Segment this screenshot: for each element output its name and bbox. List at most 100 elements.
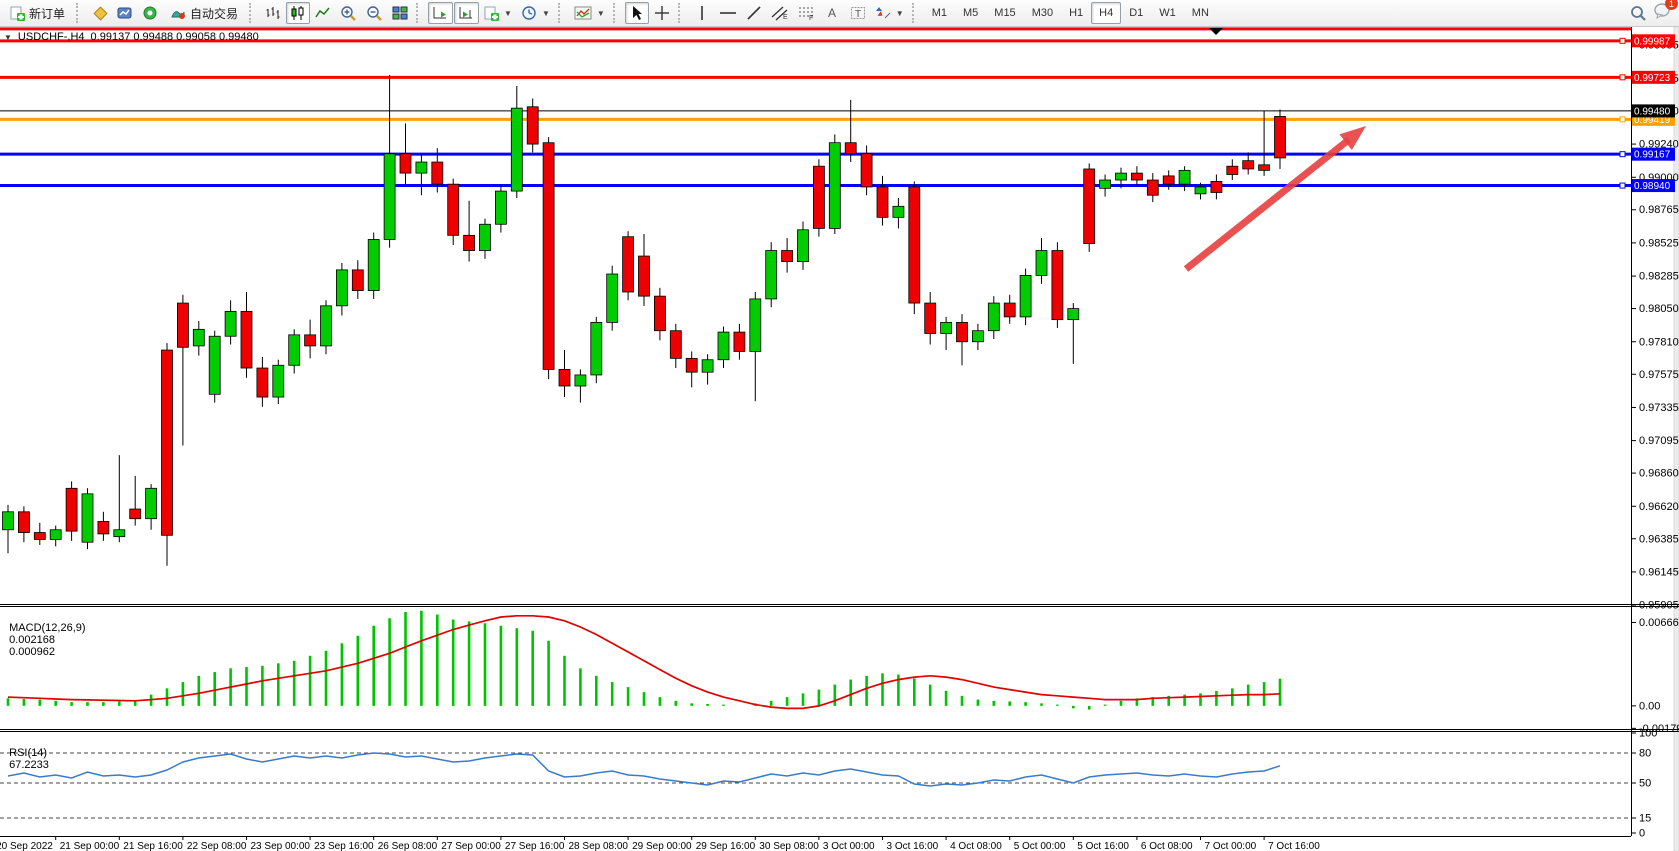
candle-body bbox=[972, 331, 983, 342]
toolbar-grip bbox=[912, 3, 919, 23]
candle-body bbox=[209, 336, 220, 394]
time-axis-label: 3 Oct 00:00 bbox=[823, 841, 875, 851]
notification-badge: 1 bbox=[1665, 0, 1678, 10]
candle-body bbox=[1100, 180, 1111, 188]
timeframe-button-H4[interactable]: H4 bbox=[1091, 2, 1121, 24]
bar-chart-button[interactable] bbox=[261, 2, 285, 24]
toolbar-grip bbox=[416, 3, 423, 23]
charts-button[interactable] bbox=[88, 2, 112, 24]
line-chart-button[interactable] bbox=[311, 2, 335, 24]
timeframe-button-MN[interactable]: MN bbox=[1184, 2, 1217, 24]
tile-windows-button[interactable] bbox=[388, 2, 412, 24]
market-watch-button[interactable] bbox=[113, 2, 137, 24]
macd-name: MACD(12,26,9) bbox=[9, 622, 85, 634]
candle-body bbox=[162, 350, 173, 535]
timeframe-button-M15[interactable]: M15 bbox=[986, 2, 1023, 24]
timeframe-button-M30[interactable]: M30 bbox=[1024, 2, 1061, 24]
chart-canvas[interactable]: 0.999550.997150.994800.992400.990000.987… bbox=[0, 0, 1679, 851]
text-icon: A bbox=[826, 5, 840, 21]
new-chart-button[interactable]: ▼ bbox=[480, 2, 516, 24]
time-axis-label: 30 Sep 08:00 bbox=[759, 841, 819, 851]
label-icon: T bbox=[850, 5, 866, 21]
candle-body bbox=[1163, 176, 1174, 184]
channel-button[interactable]: E bbox=[767, 2, 793, 24]
price-tick-label: 0.98050 bbox=[1639, 303, 1679, 315]
time-axis-label: 5 Oct 16:00 bbox=[1077, 841, 1129, 851]
price-tick-label: 0.97095 bbox=[1639, 435, 1679, 447]
time-axis-label: 5 Oct 00:00 bbox=[1014, 841, 1066, 851]
search-icon[interactable] bbox=[1630, 5, 1647, 22]
candle-body bbox=[686, 358, 697, 372]
price-tick-label: 0.97810 bbox=[1639, 336, 1679, 348]
indicators-button[interactable]: ▼ bbox=[570, 2, 609, 24]
auto-trading-button[interactable]: 自动交易 bbox=[163, 2, 245, 24]
candle-body bbox=[813, 166, 824, 228]
time-axis-label: 6 Oct 08:00 bbox=[1141, 841, 1193, 851]
line-chart-icon bbox=[315, 5, 331, 21]
price-tag-label: 0.99480 bbox=[1634, 106, 1671, 117]
time-axis-label: 29 Sep 16:00 bbox=[696, 841, 756, 851]
candle-body bbox=[1116, 173, 1127, 180]
crosshair-icon bbox=[654, 5, 670, 21]
new-order-button[interactable]: 新订单 bbox=[3, 2, 72, 24]
timeframe-button-M5[interactable]: M5 bbox=[955, 2, 986, 24]
periods-button[interactable]: ▼ bbox=[517, 2, 554, 24]
candle-body bbox=[130, 509, 141, 519]
candle-body bbox=[480, 224, 491, 250]
candle-body bbox=[845, 143, 856, 154]
text-button[interactable]: A bbox=[821, 2, 845, 24]
price-tick-label: 0.96620 bbox=[1639, 501, 1679, 513]
chart-title: ▼ USDCHF-,H4 0.99137 0.99488 0.99058 0.9… bbox=[4, 31, 259, 43]
candle-body bbox=[1084, 169, 1095, 244]
candle-body bbox=[1131, 173, 1142, 180]
macd-indicator-label: MACD(12,26,9) 0.002168 0.000962 bbox=[3, 610, 86, 658]
zoom-out-button[interactable] bbox=[362, 2, 387, 24]
candle-body bbox=[829, 143, 840, 229]
signal-button[interactable] bbox=[138, 2, 162, 24]
toolbar-grip bbox=[249, 3, 256, 23]
candle-body bbox=[305, 335, 316, 346]
timeframe-button-D1[interactable]: D1 bbox=[1121, 2, 1151, 24]
shapes-button[interactable]: ▼ bbox=[871, 2, 908, 24]
price-tick-label: 0.97575 bbox=[1639, 369, 1679, 381]
candle-body bbox=[464, 235, 475, 250]
new-order-label: 新订单 bbox=[29, 5, 65, 22]
candle-body bbox=[782, 251, 793, 262]
zoom-in-button[interactable] bbox=[336, 2, 361, 24]
trend-arrow-line[interactable] bbox=[1186, 140, 1349, 269]
auto-scroll-button[interactable] bbox=[428, 2, 453, 24]
candle-body bbox=[543, 143, 554, 370]
time-axis-label: 21 Sep 00:00 bbox=[60, 841, 120, 851]
candle-body bbox=[909, 187, 920, 303]
candle-body bbox=[1068, 309, 1079, 320]
timeframe-button-M1[interactable]: M1 bbox=[924, 2, 955, 24]
candle-body bbox=[1275, 116, 1286, 157]
line-handle bbox=[1620, 117, 1625, 122]
bar-chart-icon bbox=[265, 5, 281, 21]
signal-icon bbox=[142, 5, 158, 21]
candle-body bbox=[1036, 251, 1047, 276]
periods-clock-icon bbox=[521, 5, 537, 21]
candle-body bbox=[1259, 165, 1270, 171]
macd-signal-value: 0.000962 bbox=[9, 646, 55, 658]
candlestick-chart-button[interactable] bbox=[286, 2, 310, 24]
timeframe-button-H1[interactable]: H1 bbox=[1061, 2, 1091, 24]
price-tick-label: 0.98765 bbox=[1639, 204, 1679, 216]
candle-body bbox=[225, 311, 236, 336]
candle-body bbox=[925, 303, 936, 333]
svg-text:A: A bbox=[828, 6, 836, 20]
chart-shift-button[interactable] bbox=[454, 2, 479, 24]
price-tag-label: 0.99723 bbox=[1634, 73, 1671, 84]
trendline-button[interactable] bbox=[742, 2, 766, 24]
cursor-button[interactable] bbox=[625, 2, 649, 24]
notifications-button[interactable]: 1 bbox=[1653, 2, 1671, 24]
horizontal-line-button[interactable] bbox=[715, 2, 741, 24]
timeframe-button-W1[interactable]: W1 bbox=[1151, 2, 1184, 24]
zoom-in-icon bbox=[340, 5, 357, 21]
chart-shift-marker[interactable] bbox=[1209, 28, 1223, 35]
label-button[interactable]: T bbox=[846, 2, 870, 24]
candle-body bbox=[448, 184, 459, 235]
fibonacci-button[interactable]: F bbox=[794, 2, 820, 24]
crosshair-button[interactable] bbox=[650, 2, 674, 24]
vertical-line-button[interactable] bbox=[690, 2, 714, 24]
